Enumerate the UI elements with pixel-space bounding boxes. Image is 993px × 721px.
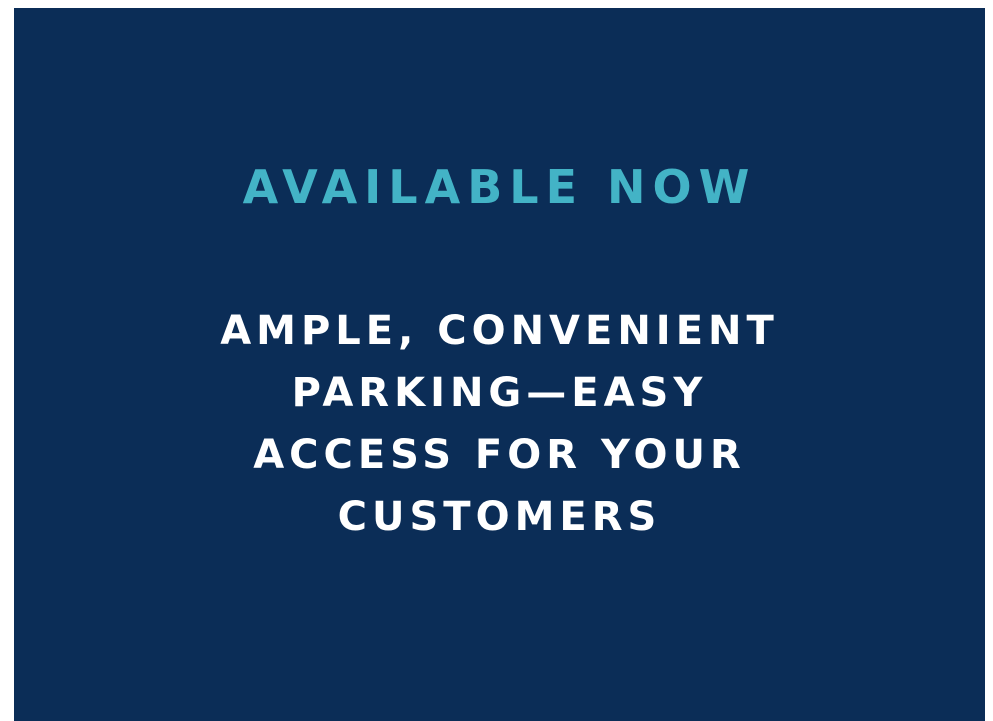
- body-text: AMPLE, CONVENIENT PARKING—EASY ACCESS FO…: [14, 300, 985, 548]
- promo-panel: AVAILABLE NOW AMPLE, CONVENIENT PARKING—…: [14, 8, 985, 721]
- body-line-4: CUSTOMERS: [337, 494, 662, 540]
- body-line-1: AMPLE, CONVENIENT: [220, 308, 779, 354]
- headline: AVAILABLE NOW: [242, 160, 757, 214]
- body-line-3: ACCESS FOR YOUR: [253, 432, 746, 478]
- body-line-2: PARKING—EASY: [291, 370, 708, 416]
